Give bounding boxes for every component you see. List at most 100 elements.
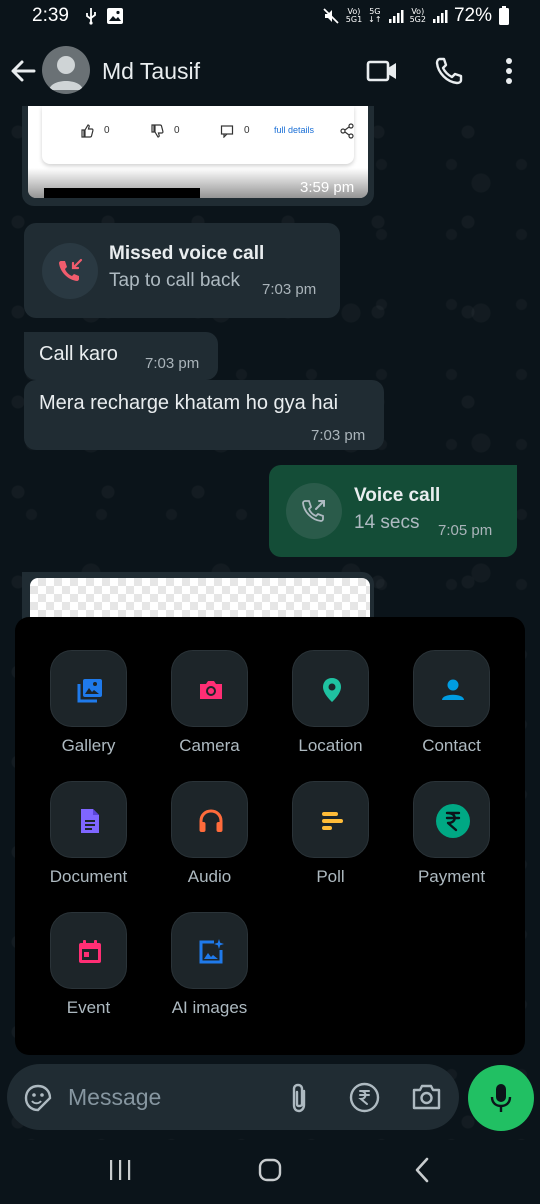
back-arrow-icon[interactable] (8, 56, 38, 86)
chat-header: Md Tausif (0, 34, 540, 106)
attach-location[interactable]: Location (270, 650, 391, 770)
full-details-link[interactable]: full details (274, 125, 314, 135)
attach-label: Document (49, 867, 128, 886)
message-time: 7:05 pm (438, 522, 493, 539)
location-pin-icon (323, 678, 341, 702)
preview-black-bar (44, 188, 200, 198)
attach-ai-images-tile[interactable] (171, 912, 248, 989)
missed-call-title: Missed voice call (109, 243, 265, 264)
voice-call-icon[interactable] (434, 56, 466, 86)
attach-payment-tile[interactable] (413, 781, 490, 858)
message-composer: Message (7, 1064, 459, 1130)
attach-poll[interactable]: Poll (270, 781, 391, 901)
missed-call-icon (59, 258, 83, 281)
attach-label: Camera (179, 736, 240, 755)
message-time: 7:03 pm (262, 281, 317, 298)
outgoing-call-icon (302, 500, 325, 522)
signal2-icon (432, 10, 448, 23)
attach-audio-tile[interactable] (171, 781, 248, 858)
status-time: 2:39 (32, 5, 69, 26)
rupee-payment-icon[interactable] (349, 1082, 380, 1113)
attach-label: AI images (171, 998, 248, 1017)
message-time: 3:59 pm (300, 179, 355, 196)
attach-menu: Gallery Camera Location Contact Document… (15, 617, 525, 1055)
message-input[interactable]: Message (68, 1084, 161, 1111)
camera-icon (200, 681, 222, 699)
missed-call-bubble[interactable]: Missed voice call Tap to call back 7:03 … (24, 223, 340, 318)
system-nav-bar (0, 1140, 540, 1204)
contact-person-icon (442, 679, 464, 700)
more-options-icon[interactable] (494, 56, 526, 86)
attach-label: Event (66, 998, 111, 1017)
attach-contact-tile[interactable] (413, 650, 490, 727)
emoji-sticker-icon[interactable] (23, 1083, 53, 1113)
nav-back-icon[interactable] (412, 1157, 432, 1183)
ai-image-icon (199, 939, 224, 964)
document-icon (81, 809, 99, 833)
voice-call-bubble[interactable]: Voice call 14 secs 7:05 pm (269, 465, 517, 557)
message-text: Call karo (39, 343, 118, 365)
attach-location-tile[interactable] (292, 650, 369, 727)
comment-count: 0 (244, 125, 250, 136)
rupee-icon (436, 804, 470, 838)
attach-document[interactable]: Document (28, 781, 149, 901)
attach-label: Contact (422, 736, 481, 755)
missed-call-subtitle: Tap to call back (109, 270, 240, 291)
attach-label: Audio (187, 867, 232, 886)
usb-icon (86, 8, 96, 25)
voice-call-duration: 14 secs (354, 512, 420, 533)
volte2-icon: Vo) 5G2 (409, 7, 426, 24)
attach-camera[interactable]: Camera (149, 650, 270, 770)
poll-icon (322, 812, 343, 830)
comment-icon (220, 125, 234, 138)
home-icon[interactable] (258, 1158, 282, 1182)
image-message-bubble[interactable]: 0 0 0 full details 3:59 pm (22, 106, 374, 206)
calendar-icon (79, 940, 101, 963)
missed-call-icon-circle (42, 243, 98, 299)
attach-event[interactable]: Event (28, 912, 149, 1032)
mic-icon (490, 1084, 512, 1112)
voice-call-title: Voice call (354, 485, 441, 506)
5g-icon: 5G ↓↑ (368, 7, 382, 24)
like-icon (81, 124, 94, 138)
text-message-bubble[interactable]: Call karo 7:03 pm (24, 332, 218, 380)
contact-name[interactable]: Md Tausif (102, 58, 200, 85)
status-right-icons: Vo) 5G1 5G ↓↑ Vo) 5G2 72% (322, 5, 510, 27)
like-count: 0 (104, 125, 110, 136)
status-left-icons (84, 7, 124, 25)
attach-label: Payment (417, 867, 486, 886)
attach-event-tile[interactable] (50, 912, 127, 989)
image-notification-icon (107, 8, 123, 24)
attach-ai-images[interactable]: AI images (149, 912, 270, 1032)
attach-camera-tile[interactable] (171, 650, 248, 727)
mute-icon (323, 8, 339, 24)
attach-document-tile[interactable] (50, 781, 127, 858)
attach-audio[interactable]: Audio (149, 781, 270, 901)
attach-gallery[interactable]: Gallery (28, 650, 149, 770)
message-time: 7:03 pm (311, 427, 366, 444)
attach-payment[interactable]: Payment (391, 781, 512, 901)
message-time: 7:03 pm (145, 355, 200, 372)
battery-icon (499, 6, 509, 25)
attach-poll-tile[interactable] (292, 781, 369, 858)
camera-icon[interactable] (411, 1083, 442, 1111)
attach-label: Poll (316, 867, 345, 886)
signal-icon (388, 10, 404, 23)
preview-inner-card: 0 0 0 full details (42, 106, 354, 164)
attach-label: Gallery (61, 736, 116, 755)
recent-apps-icon[interactable] (108, 1158, 132, 1182)
gallery-icon (77, 679, 102, 703)
video-call-icon[interactable] (366, 56, 398, 86)
share-icon (340, 123, 354, 139)
attach-contact[interactable]: Contact (391, 650, 512, 770)
attach-clip-icon[interactable] (286, 1082, 312, 1114)
message-text: Mera recharge khatam ho gya hai (39, 392, 339, 414)
mic-button[interactable] (468, 1065, 534, 1131)
attach-gallery-tile[interactable] (50, 650, 127, 727)
battery-percent: 72% (453, 5, 492, 26)
voice-call-icon-circle (286, 483, 342, 539)
avatar[interactable] (42, 46, 90, 94)
dislike-icon (151, 124, 164, 138)
attach-label: Location (298, 736, 363, 755)
text-message-bubble[interactable]: Mera recharge khatam ho gya hai 7:03 pm (24, 380, 384, 450)
